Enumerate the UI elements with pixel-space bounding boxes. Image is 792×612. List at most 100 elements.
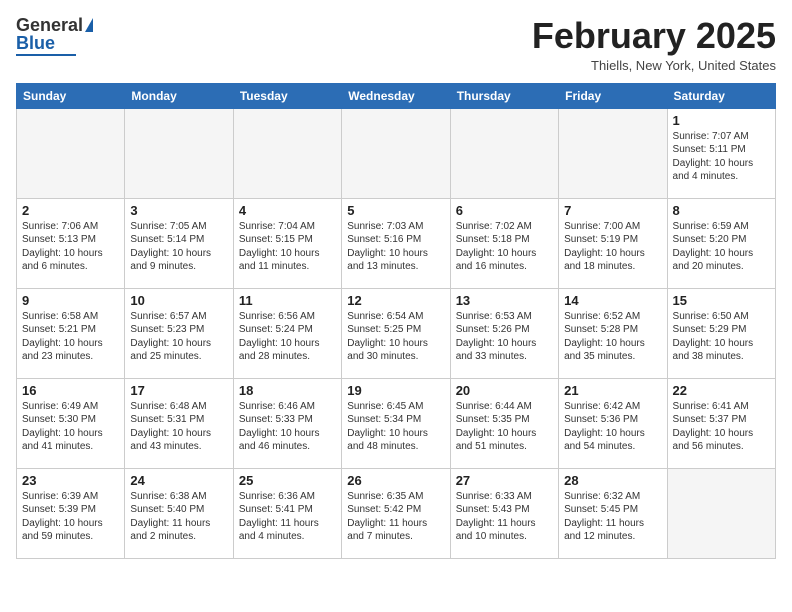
day-number: 21 xyxy=(564,383,661,398)
day-number: 8 xyxy=(673,203,770,218)
day-number: 3 xyxy=(130,203,227,218)
day-info: Sunrise: 6:53 AM Sunset: 5:26 PM Dayligh… xyxy=(456,310,553,364)
day-number: 6 xyxy=(456,203,553,218)
day-info: Sunrise: 7:02 AM Sunset: 5:18 PM Dayligh… xyxy=(456,220,553,274)
day-info: Sunrise: 6:41 AM Sunset: 5:37 PM Dayligh… xyxy=(673,400,770,454)
calendar-cell: 16 Sunrise: 6:49 AM Sunset: 5:30 PM Dayli… xyxy=(17,378,125,468)
day-number: 15 xyxy=(673,293,770,308)
day-info: Sunrise: 7:07 AM Sunset: 5:11 PM Dayligh… xyxy=(673,130,770,184)
day-number: 9 xyxy=(22,293,119,308)
weekday-header-saturday: Saturday xyxy=(667,83,775,108)
calendar-cell: 6 Sunrise: 7:02 AM Sunset: 5:18 PM Daylig… xyxy=(450,198,558,288)
logo: General Blue xyxy=(16,16,93,56)
day-number: 1 xyxy=(673,113,770,128)
calendar-cell: 19Sunrise: 6:45 AM Sunset: 5:34 PM Dayli… xyxy=(342,378,450,468)
calendar-week-row: 16 Sunrise: 6:49 AM Sunset: 5:30 PM Dayli… xyxy=(17,378,776,468)
header: General Blue February 2025 Thiells, New … xyxy=(16,16,776,73)
calendar-cell: 8 Sunrise: 6:59 AM Sunset: 5:20 PM Daylig… xyxy=(667,198,775,288)
calendar-cell xyxy=(342,108,450,198)
calendar-cell: 14 Sunrise: 6:52 AM Sunset: 5:28 PM Dayli… xyxy=(559,288,667,378)
day-number: 7 xyxy=(564,203,661,218)
weekday-header-sunday: Sunday xyxy=(17,83,125,108)
calendar-cell: 12 Sunrise: 6:54 AM Sunset: 5:25 PM Dayli… xyxy=(342,288,450,378)
day-number: 25 xyxy=(239,473,336,488)
day-number: 17 xyxy=(130,383,227,398)
day-number: 28 xyxy=(564,473,661,488)
weekday-header-thursday: Thursday xyxy=(450,83,558,108)
day-info: Sunrise: 6:39 AM Sunset: 5:39 PM Dayligh… xyxy=(22,490,119,544)
calendar-table: SundayMondayTuesdayWednesdayThursdayFrid… xyxy=(16,83,776,559)
calendar-cell: 1 Sunrise: 7:07 AM Sunset: 5:11 PM Daylig… xyxy=(667,108,775,198)
calendar-cell: 3 Sunrise: 7:05 AM Sunset: 5:14 PM Daylig… xyxy=(125,198,233,288)
day-info: Sunrise: 6:46 AM Sunset: 5:33 PM Dayligh… xyxy=(239,400,336,454)
day-number: 2 xyxy=(22,203,119,218)
day-number: 26 xyxy=(347,473,444,488)
weekday-header-tuesday: Tuesday xyxy=(233,83,341,108)
location: Thiells, New York, United States xyxy=(532,58,776,73)
day-info: Sunrise: 6:49 AM Sunset: 5:30 PM Dayligh… xyxy=(22,400,119,454)
calendar-week-row: 9 Sunrise: 6:58 AM Sunset: 5:21 PM Daylig… xyxy=(17,288,776,378)
day-number: 16 xyxy=(22,383,119,398)
calendar-cell: 7 Sunrise: 7:00 AM Sunset: 5:19 PM Daylig… xyxy=(559,198,667,288)
logo-triangle-icon xyxy=(85,18,93,32)
calendar-cell: 17Sunrise: 6:48 AM Sunset: 5:31 PM Dayli… xyxy=(125,378,233,468)
day-number: 20 xyxy=(456,383,553,398)
calendar-cell: 21 Sunrise: 6:42 AM Sunset: 5:36 PM Dayli… xyxy=(559,378,667,468)
day-info: Sunrise: 7:04 AM Sunset: 5:15 PM Dayligh… xyxy=(239,220,336,274)
day-info: Sunrise: 6:42 AM Sunset: 5:36 PM Dayligh… xyxy=(564,400,661,454)
day-number: 4 xyxy=(239,203,336,218)
calendar-cell xyxy=(559,108,667,198)
day-number: 23 xyxy=(22,473,119,488)
day-number: 13 xyxy=(456,293,553,308)
weekday-header-monday: Monday xyxy=(125,83,233,108)
calendar-cell: 9 Sunrise: 6:58 AM Sunset: 5:21 PM Daylig… xyxy=(17,288,125,378)
day-info: Sunrise: 6:44 AM Sunset: 5:35 PM Dayligh… xyxy=(456,400,553,454)
calendar-cell: 22 Sunrise: 6:41 AM Sunset: 5:37 PM Dayli… xyxy=(667,378,775,468)
day-info: Sunrise: 7:00 AM Sunset: 5:19 PM Dayligh… xyxy=(564,220,661,274)
day-info: Sunrise: 6:50 AM Sunset: 5:29 PM Dayligh… xyxy=(673,310,770,364)
calendar-cell: 5 Sunrise: 7:03 AM Sunset: 5:16 PM Daylig… xyxy=(342,198,450,288)
calendar-cell: 10 Sunrise: 6:57 AM Sunset: 5:23 PM Dayli… xyxy=(125,288,233,378)
day-info: Sunrise: 6:59 AM Sunset: 5:20 PM Dayligh… xyxy=(673,220,770,274)
calendar-cell xyxy=(233,108,341,198)
calendar-cell: 4 Sunrise: 7:04 AM Sunset: 5:15 PM Daylig… xyxy=(233,198,341,288)
day-info: Sunrise: 6:35 AM Sunset: 5:42 PM Dayligh… xyxy=(347,490,444,544)
calendar-cell: 2 Sunrise: 7:06 AM Sunset: 5:13 PM Daylig… xyxy=(17,198,125,288)
weekday-header-friday: Friday xyxy=(559,83,667,108)
calendar-cell xyxy=(17,108,125,198)
calendar-cell: 25 Sunrise: 6:36 AM Sunset: 5:41 PM Dayli… xyxy=(233,468,341,558)
weekday-header-row: SundayMondayTuesdayWednesdayThursdayFrid… xyxy=(17,83,776,108)
calendar-cell: 23 Sunrise: 6:39 AM Sunset: 5:39 PM Dayli… xyxy=(17,468,125,558)
day-info: Sunrise: 7:05 AM Sunset: 5:14 PM Dayligh… xyxy=(130,220,227,274)
calendar-cell: 27Sunrise: 6:33 AM Sunset: 5:43 PM Dayli… xyxy=(450,468,558,558)
calendar-cell: 20 Sunrise: 6:44 AM Sunset: 5:35 PM Dayli… xyxy=(450,378,558,468)
day-info: Sunrise: 7:06 AM Sunset: 5:13 PM Dayligh… xyxy=(22,220,119,274)
day-number: 10 xyxy=(130,293,227,308)
day-info: Sunrise: 6:33 AM Sunset: 5:43 PM Dayligh… xyxy=(456,490,553,544)
day-info: Sunrise: 6:58 AM Sunset: 5:21 PM Dayligh… xyxy=(22,310,119,364)
day-info: Sunrise: 6:36 AM Sunset: 5:41 PM Dayligh… xyxy=(239,490,336,544)
day-number: 14 xyxy=(564,293,661,308)
day-number: 22 xyxy=(673,383,770,398)
day-info: Sunrise: 6:52 AM Sunset: 5:28 PM Dayligh… xyxy=(564,310,661,364)
calendar-cell: 18 Sunrise: 6:46 AM Sunset: 5:33 PM Dayli… xyxy=(233,378,341,468)
weekday-header-wednesday: Wednesday xyxy=(342,83,450,108)
logo-underline xyxy=(16,54,76,56)
day-number: 18 xyxy=(239,383,336,398)
day-info: Sunrise: 6:54 AM Sunset: 5:25 PM Dayligh… xyxy=(347,310,444,364)
calendar-cell xyxy=(667,468,775,558)
logo-general-text: General xyxy=(16,16,83,34)
day-number: 11 xyxy=(239,293,336,308)
day-number: 12 xyxy=(347,293,444,308)
logo-blue-text: Blue xyxy=(16,34,55,52)
day-number: 5 xyxy=(347,203,444,218)
day-info: Sunrise: 7:03 AM Sunset: 5:16 PM Dayligh… xyxy=(347,220,444,274)
day-info: Sunrise: 6:56 AM Sunset: 5:24 PM Dayligh… xyxy=(239,310,336,364)
day-number: 19 xyxy=(347,383,444,398)
day-number: 24 xyxy=(130,473,227,488)
day-info: Sunrise: 6:57 AM Sunset: 5:23 PM Dayligh… xyxy=(130,310,227,364)
calendar-cell: 28 Sunrise: 6:32 AM Sunset: 5:45 PM Dayli… xyxy=(559,468,667,558)
day-info: Sunrise: 6:38 AM Sunset: 5:40 PM Dayligh… xyxy=(130,490,227,544)
day-info: Sunrise: 6:32 AM Sunset: 5:45 PM Dayligh… xyxy=(564,490,661,544)
calendar-week-row: 2 Sunrise: 7:06 AM Sunset: 5:13 PM Daylig… xyxy=(17,198,776,288)
